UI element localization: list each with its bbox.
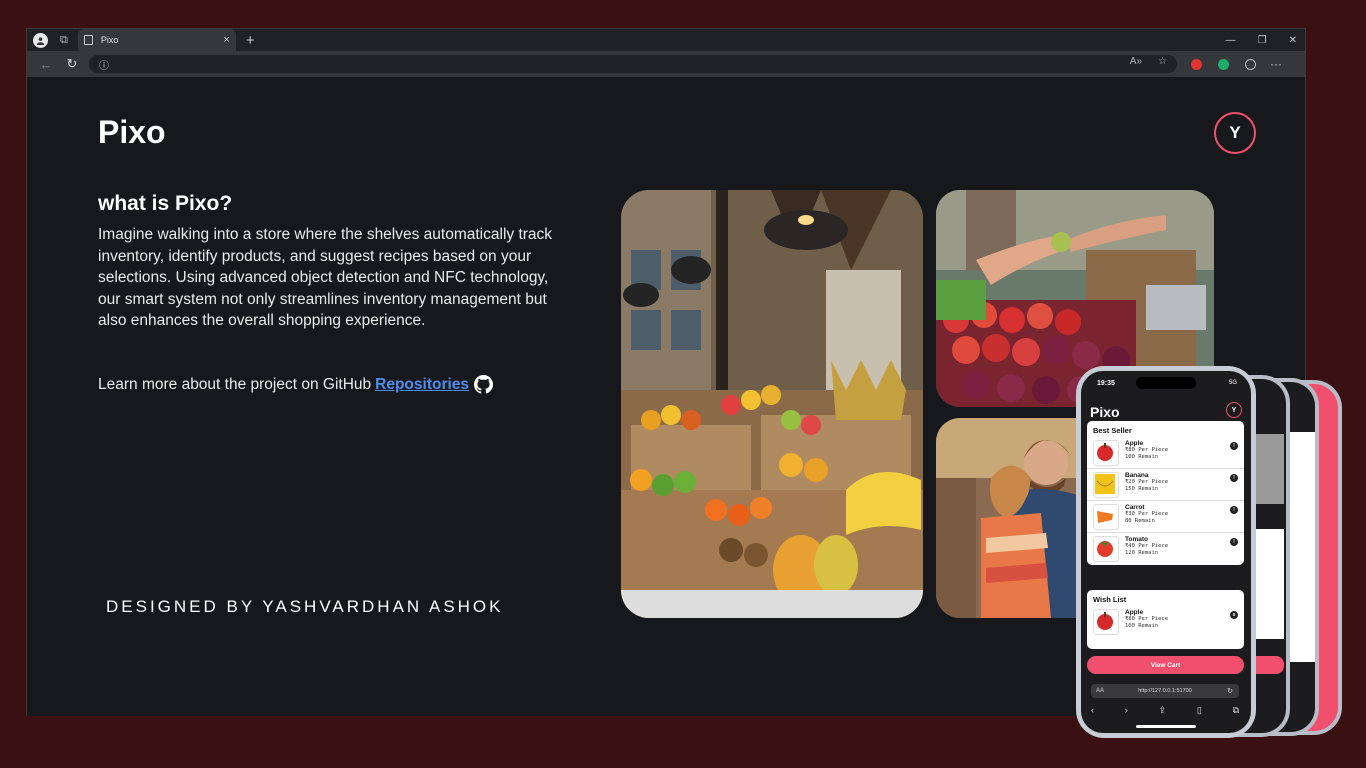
mobile-nav: ‹ › ⇪ ▯ ⧉ (1091, 705, 1239, 716)
share-icon[interactable]: ⇪ (1159, 705, 1167, 716)
extension-red-icon[interactable] (1191, 58, 1202, 70)
apple-icon (1093, 609, 1119, 635)
restore-icon[interactable]: ❐ (1258, 35, 1267, 46)
extensions (1191, 58, 1256, 70)
extensions-icon[interactable] (1245, 58, 1256, 70)
window-controls: — ❐ ✕ (1226, 29, 1297, 51)
url-text: http://127.0.0.1:51700 (1138, 688, 1192, 694)
info-icon[interactable]: ! (1230, 506, 1238, 514)
banana-icon (1093, 472, 1119, 498)
workspaces-icon[interactable]: ⧉ (60, 34, 68, 47)
profile-icon[interactable] (33, 32, 48, 48)
remove-icon[interactable]: x (1230, 611, 1238, 619)
back-icon[interactable]: ‹ (1091, 705, 1094, 716)
tab-bar: ⧉ Pixo × + — ❐ ✕ (27, 29, 1305, 51)
status-signal: 5G (1228, 380, 1237, 386)
list-item[interactable]: Tomato ₹40 Per Piece 120 Remain ! (1087, 533, 1244, 565)
item-price: ₹20 Per Piece (1125, 479, 1169, 485)
status-time: 19:35 (1097, 380, 1115, 387)
info-icon[interactable]: ! (1230, 474, 1238, 482)
item-name: Apple (1125, 440, 1144, 447)
info-icon[interactable]: ! (1230, 538, 1238, 546)
designer-credit: DESIGNED BY YASHVARDHAN ASHOK (106, 597, 504, 616)
carrot-icon (1093, 504, 1119, 530)
item-remain: 150 Remain (1125, 486, 1159, 492)
phone-mockup-main: 19:35 5G Pixo Y Best Seller Apple ₹80 Per… (1076, 366, 1256, 738)
item-name: Apple (1125, 609, 1144, 616)
wish-list-card: Wish List Apple ₹80 Per Piece 100 Remain x (1087, 590, 1244, 649)
list-item[interactable]: Banana ₹20 Per Piece 150 Remain ! (1087, 469, 1244, 501)
minimize-icon[interactable]: — (1226, 35, 1236, 46)
list-item[interactable]: Carrot ₹30 Per Piece 80 Remain ! (1087, 501, 1244, 533)
page-icon (83, 35, 93, 45)
item-price: ₹80 Per Piece (1125, 616, 1169, 622)
description-text: Imagine walking into a store where the s… (98, 226, 553, 329)
apple-icon (1093, 440, 1119, 466)
github-line: Learn more about the project on GitHub R… (98, 375, 494, 394)
forward-icon[interactable]: › (1125, 705, 1128, 716)
section-heading: what is Pixo? (98, 192, 233, 215)
item-name: Carrot (1125, 504, 1145, 511)
close-tab-icon[interactable]: × (223, 34, 229, 46)
repositories-link[interactable]: Repositories (375, 376, 469, 394)
github-icon[interactable] (474, 375, 494, 394)
wish-list-title: Wish List (1093, 595, 1127, 604)
home-indicator (1136, 725, 1196, 728)
refresh-icon[interactable]: ↻ (65, 56, 79, 72)
bookmarks-icon[interactable]: ▯ (1197, 705, 1202, 716)
site-logo[interactable]: Pixo (98, 114, 166, 151)
read-aloud-icon[interactable]: A» (1130, 56, 1142, 67)
best-seller-title: Best Seller (1093, 426, 1132, 435)
item-remain: 120 Remain (1125, 550, 1159, 556)
favorite-icon[interactable]: ☆ (1158, 56, 1167, 67)
new-tab-icon[interactable]: + (246, 32, 255, 49)
info-icon[interactable]: ! (1230, 442, 1238, 450)
item-remain: 100 Remain (1125, 454, 1159, 460)
tab-title: Pixo (100, 35, 119, 45)
item-remain: 80 Remain (1125, 518, 1155, 524)
item-remain: 100 Remain (1125, 623, 1159, 629)
item-name: Banana (1125, 472, 1149, 479)
tabs-icon[interactable]: ⧉ (1233, 705, 1239, 716)
reload-icon[interactable]: ↻ (1227, 687, 1233, 695)
phone-screen: 19:35 5G Pixo Y Best Seller Apple ₹80 Per… (1081, 371, 1251, 733)
tomato-icon (1093, 536, 1119, 562)
mobile-address-bar[interactable]: AA http://127.0.0.1:51700 ↻ (1091, 684, 1239, 698)
address-bar[interactable]: ⓘ A» ☆ (89, 55, 1177, 73)
best-seller-card: Best Seller Apple ₹80 Per Piece 100 Remain… (1087, 421, 1244, 565)
avatar[interactable]: Y (1214, 112, 1256, 154)
back-icon[interactable]: ← (39, 57, 53, 72)
item-price: ₹30 Per Piece (1125, 511, 1169, 517)
app-avatar[interactable]: Y (1226, 402, 1242, 418)
app-logo[interactable]: Pixo (1090, 404, 1120, 420)
text-size-icon[interactable]: AA (1096, 688, 1104, 694)
item-price: ₹40 Per Piece (1125, 543, 1169, 549)
fruit-stand-photo (621, 190, 923, 618)
item-price: ₹80 Per Piece (1125, 447, 1169, 453)
phone-notch (1136, 377, 1196, 389)
view-cart-button[interactable]: View Cart (1087, 656, 1244, 674)
item-name: Tomato (1125, 536, 1148, 543)
tab-pixo[interactable]: Pixo × (77, 29, 236, 51)
info-icon[interactable]: ⓘ (99, 57, 109, 72)
toolbar: ← ↻ ⓘ A» ☆ ··· (27, 51, 1305, 77)
close-window-icon[interactable]: ✕ (1289, 35, 1297, 46)
list-item[interactable]: Apple ₹80 Per Piece 100 Remain ! (1087, 437, 1244, 469)
list-item[interactable]: Apple ₹80 Per Piece 100 Remain x (1087, 606, 1244, 638)
extension-green-icon[interactable] (1218, 58, 1229, 70)
menu-icon[interactable]: ··· (1270, 57, 1282, 71)
learn-text: Learn more about the project on GitHub (98, 375, 372, 393)
